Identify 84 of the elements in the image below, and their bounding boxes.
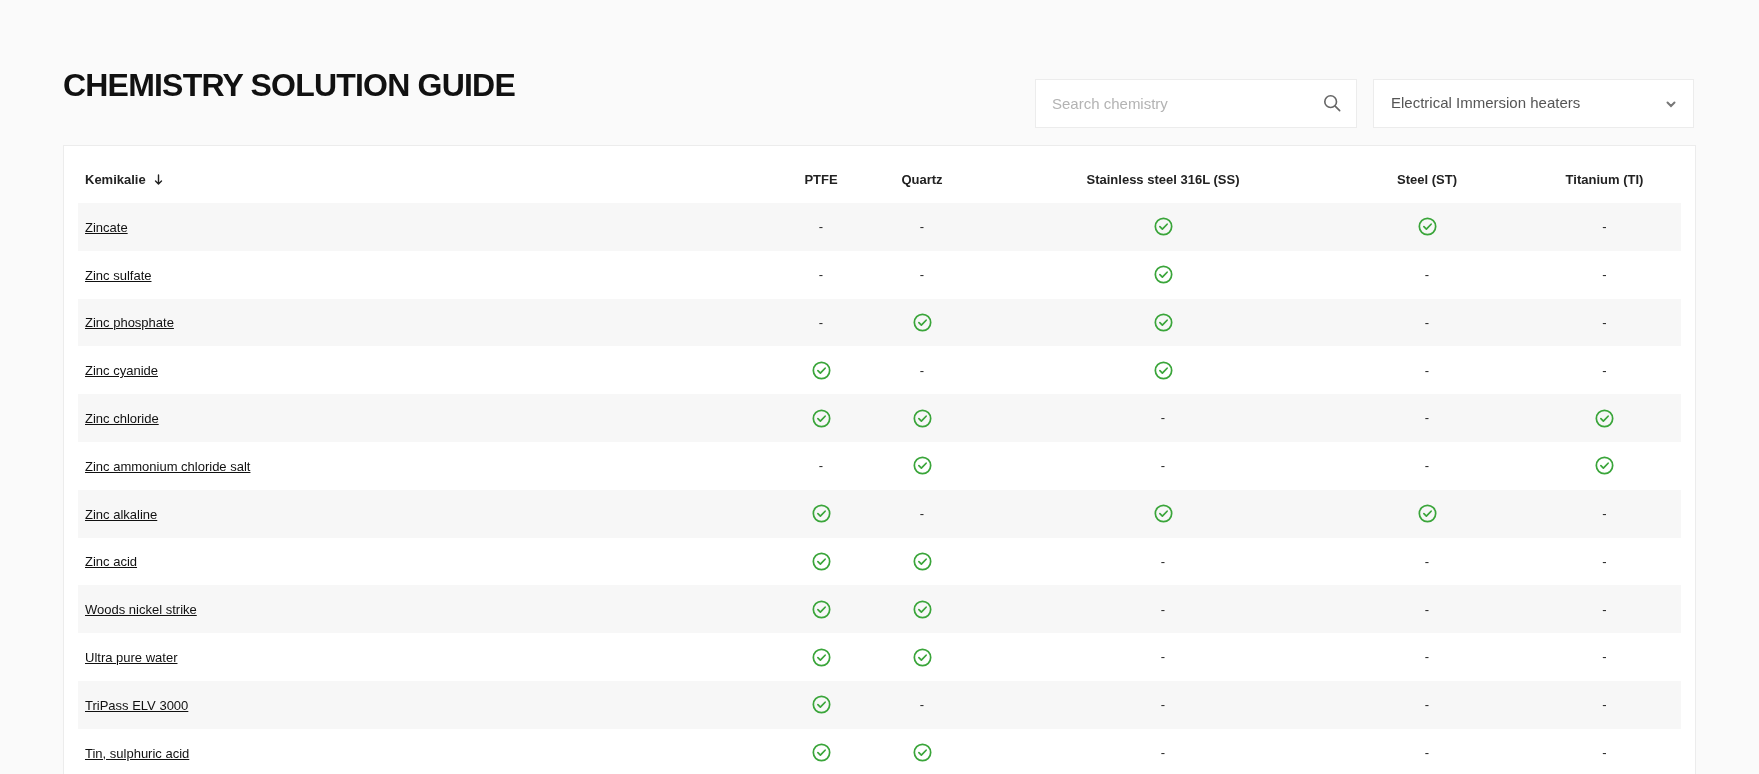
- table-cell-text: -: [1424, 552, 1430, 571]
- check-circle-icon: [811, 647, 831, 667]
- table-cell-text: -: [919, 265, 925, 284]
- check-circle-icon: [811, 743, 831, 763]
- check-circle-icon: [1153, 360, 1173, 380]
- table-cell-text: -: [1160, 552, 1166, 571]
- check-circle-icon: [1595, 408, 1614, 428]
- column-header[interactable]: Steel (ST): [1397, 169, 1457, 190]
- table-cell-text: -: [1602, 696, 1607, 715]
- chemical-link[interactable]: Zinc acid: [85, 554, 138, 570]
- page-title: CHEMISTRY SOLUTION GUIDE: [63, 66, 515, 104]
- chemical-link[interactable]: Zinc sulfate: [85, 267, 152, 283]
- column-header[interactable]: Titanium (TI): [1565, 169, 1644, 190]
- check-circle-icon: [912, 743, 932, 763]
- check-circle-icon: [912, 408, 932, 428]
- table-cell-text: -: [1602, 600, 1607, 619]
- table-cell-text: -: [1160, 648, 1166, 667]
- table-cell-text: -: [1602, 743, 1607, 762]
- table-cell-text: -: [1602, 361, 1607, 380]
- table-cell-text: -: [919, 361, 925, 380]
- table-cell-text: -: [818, 313, 824, 332]
- check-circle-icon: [912, 551, 932, 571]
- column-header[interactable]: Stainless steel 316L (SS): [1086, 169, 1240, 190]
- chemical-link[interactable]: Zinc alkaline: [85, 506, 158, 522]
- table-cell-text: -: [1602, 313, 1607, 332]
- table-cell-text: -: [1602, 504, 1607, 523]
- table-cell-text: -: [1424, 600, 1430, 619]
- check-circle-icon: [1153, 504, 1173, 524]
- arrow-down-icon[interactable]: [153, 174, 163, 185]
- check-circle-icon: [912, 313, 932, 332]
- chemical-link[interactable]: Tin, sulphuric acid: [85, 745, 190, 761]
- search-field[interactable]: Search chemistry: [1035, 79, 1357, 128]
- check-circle-icon: [811, 599, 831, 619]
- column-header[interactable]: PTFE: [804, 169, 838, 190]
- table-cell-text: -: [1160, 457, 1166, 476]
- check-circle-icon: [811, 695, 831, 715]
- check-circle-icon: [811, 551, 831, 571]
- table-cell-text: -: [818, 218, 824, 237]
- chemical-link[interactable]: Zinc phosphate: [85, 315, 174, 331]
- chemical-link[interactable]: Woods nickel strike: [85, 602, 197, 618]
- check-circle-icon: [912, 647, 932, 667]
- chevron-down-icon: [1666, 99, 1676, 108]
- check-circle-icon: [1153, 313, 1173, 332]
- table-cell-text: -: [1424, 265, 1430, 284]
- chemical-link[interactable]: Zinc cyanide: [85, 363, 158, 379]
- table-cell-text: -: [1424, 457, 1430, 476]
- chemical-link[interactable]: Zincate: [85, 219, 128, 235]
- check-circle-icon: [912, 599, 932, 619]
- table-cell-text: -: [1160, 600, 1166, 619]
- column-header[interactable]: Quartz: [901, 169, 943, 190]
- chemical-link[interactable]: Ultra pure water: [85, 650, 178, 666]
- search-icon[interactable]: [1323, 94, 1341, 112]
- check-circle-icon: [811, 360, 831, 380]
- check-circle-icon: [1595, 456, 1614, 476]
- table-cell-text: -: [1424, 409, 1430, 428]
- category-dropdown[interactable]: Electrical Immersion heaters: [1373, 79, 1694, 128]
- check-circle-icon: [912, 456, 932, 476]
- check-circle-icon: [1417, 217, 1437, 237]
- table-cell-text: -: [818, 265, 824, 284]
- check-circle-icon: [811, 408, 831, 428]
- table-cell-text: -: [919, 504, 925, 523]
- table-cell-text: -: [1424, 648, 1430, 667]
- table-cell-text: -: [818, 457, 824, 476]
- table-cell-text: -: [1602, 648, 1607, 667]
- check-circle-icon: [1153, 217, 1173, 237]
- table-cell-text: -: [1424, 696, 1430, 715]
- table-cell-text: -: [919, 696, 925, 715]
- table-cell-text: -: [1424, 361, 1430, 380]
- table-cell-text: -: [1424, 313, 1430, 332]
- check-circle-icon: [1417, 504, 1437, 524]
- table-cell-text: -: [1602, 265, 1607, 284]
- column-header[interactable]: Kemikalie: [85, 169, 146, 190]
- table-cell-text: -: [1424, 743, 1430, 762]
- check-circle-icon: [811, 504, 831, 524]
- table-cell-text: -: [1160, 409, 1166, 428]
- chemical-link[interactable]: TriPass ELV 3000: [85, 697, 189, 713]
- table-cell-text: -: [1602, 552, 1607, 571]
- table-cell-text: -: [1160, 743, 1166, 762]
- table-cell-text: -: [1160, 696, 1166, 715]
- chemical-link[interactable]: Zinc chloride: [85, 411, 159, 427]
- table-cell-text: -: [1602, 218, 1607, 237]
- table-cell-text: -: [919, 218, 925, 237]
- check-circle-icon: [1153, 265, 1173, 285]
- chemical-link[interactable]: Zinc ammonium chloride salt: [85, 458, 251, 474]
